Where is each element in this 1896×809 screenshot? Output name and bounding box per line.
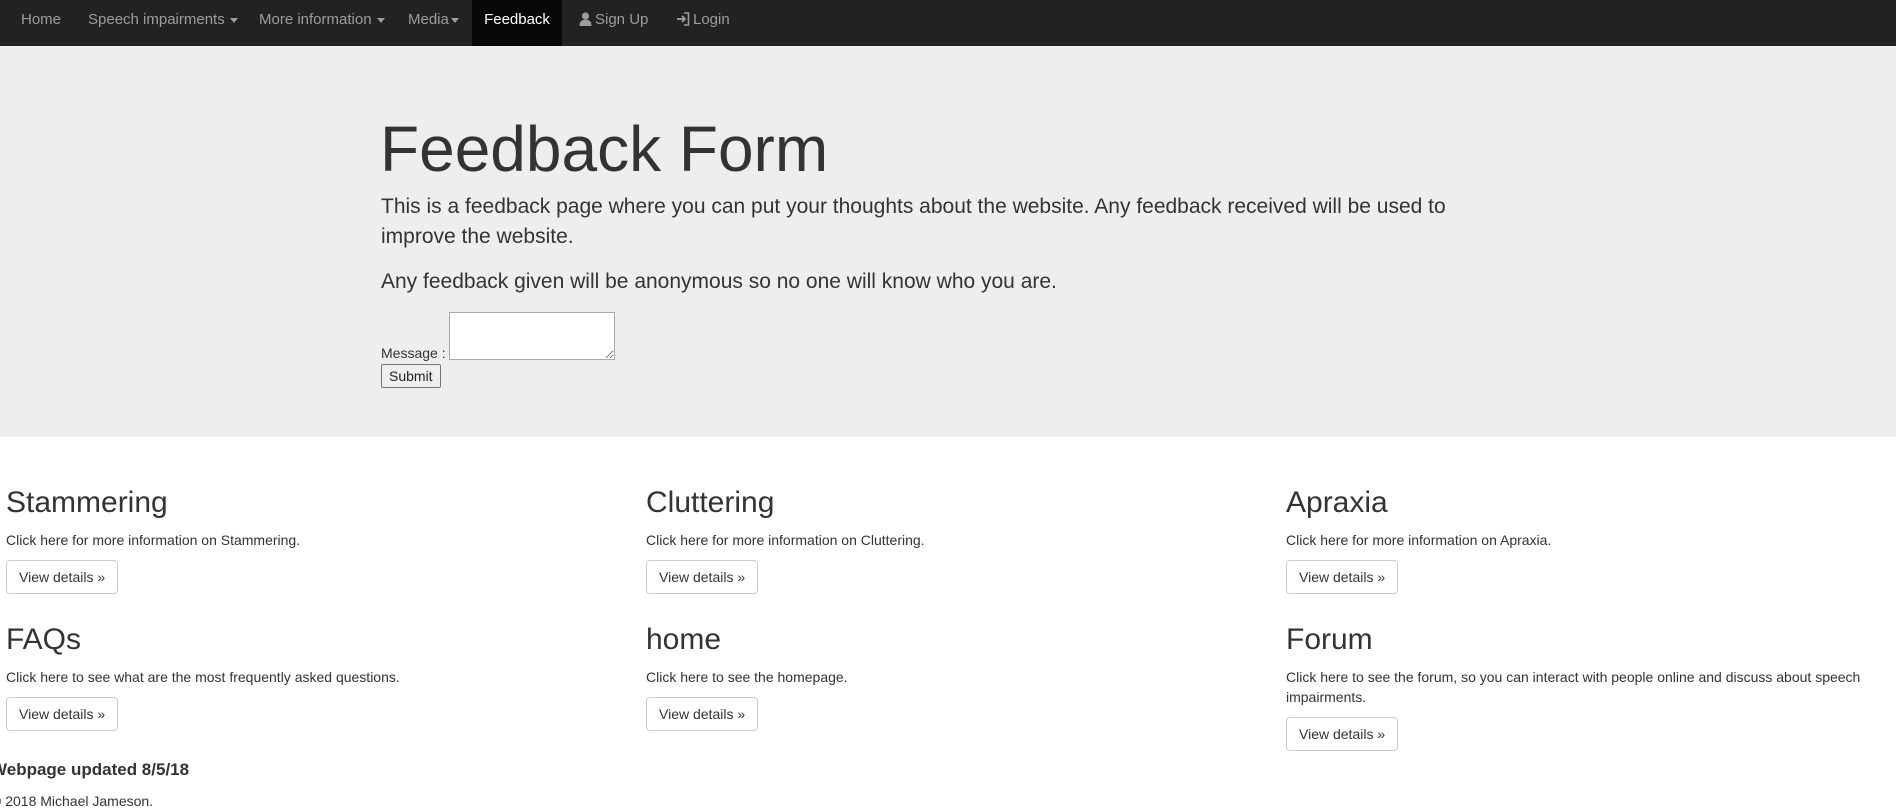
view-details-button[interactable]: View details »	[646, 697, 759, 731]
view-details-button[interactable]: View details »	[6, 697, 119, 731]
nav-login-label: Login	[693, 11, 730, 28]
card-title: Apraxia	[1286, 486, 1388, 519]
footer-updated-heading: Webpage updated 8/5/18	[0, 760, 190, 779]
card-text: Click here to see the homepage.	[646, 669, 848, 685]
anonymity-paragraph: Any feedback given will be anonymous so …	[381, 270, 1057, 293]
card-title: FAQs	[6, 623, 82, 656]
footer-copyright: © 2018 Michael Jameson.	[0, 793, 154, 809]
card-faqs: FAQs Click here to see what are the most…	[6, 623, 626, 731]
message-textarea[interactable]	[449, 312, 615, 360]
message-label: Message :	[381, 345, 446, 361]
page-title: Feedback Form	[380, 113, 829, 185]
nav-feedback[interactable]: Feedback	[472, 0, 562, 46]
view-details-button[interactable]: View details »	[646, 560, 759, 594]
card-stammering: Stammering Click here for more informati…	[6, 486, 626, 594]
user-icon	[579, 12, 592, 26]
card-text: Click here to see what are the most freq…	[6, 669, 400, 685]
card-forum: Forum Click here to see the forum, so yo…	[1286, 623, 1896, 751]
nav-sign-up[interactable]: Sign Up	[579, 0, 648, 46]
top-navbar: Home Speech impairments More information…	[0, 0, 1896, 46]
submit-button[interactable]: Submit	[381, 364, 441, 388]
card-title: Stammering	[6, 486, 168, 519]
nav-login[interactable]: Login	[676, 0, 730, 46]
card-cluttering: Cluttering Click here for more informati…	[646, 486, 1266, 594]
nav-feedback-label: Feedback	[484, 11, 550, 28]
nav-home[interactable]: Home	[21, 0, 61, 46]
caret-down-icon	[376, 17, 385, 23]
nav-speech-impairments-label: Speech impairments	[88, 11, 225, 28]
card-title: Forum	[1286, 623, 1373, 656]
card-home: home Click here to see the homepage. Vie…	[646, 623, 1266, 731]
intro-paragraph: This is a feedback page where you can pu…	[381, 195, 1446, 248]
nav-more-information-label: More information	[259, 11, 372, 28]
nav-speech-impairments-dropdown[interactable]: Speech impairments	[88, 0, 238, 46]
view-details-button[interactable]: View details »	[1286, 717, 1399, 751]
card-text: Click here for more information on Stamm…	[6, 532, 301, 548]
caret-down-icon	[450, 17, 459, 23]
card-title: home	[646, 623, 722, 656]
card-apraxia: Apraxia Click here for more information …	[1286, 486, 1896, 594]
nav-home-label: Home	[21, 11, 62, 28]
view-details-button[interactable]: View details »	[6, 560, 119, 594]
card-text: Click here to see the forum, so you can …	[1286, 669, 1861, 705]
card-title: Cluttering	[646, 486, 775, 519]
card-text: Click here for more information on Aprax…	[1286, 532, 1552, 548]
nav-more-information-dropdown[interactable]: More information	[259, 0, 385, 46]
card-text: Click here for more information on Clutt…	[646, 532, 925, 548]
nav-media-label: Media	[408, 11, 449, 28]
nav-sign-up-label: Sign Up	[595, 11, 649, 28]
feedback-jumbotron: Feedback Form This is a feedback page wh…	[0, 46, 1896, 437]
caret-down-icon	[229, 17, 238, 23]
nav-media-dropdown[interactable]: Media	[408, 0, 459, 46]
login-icon	[677, 12, 690, 26]
view-details-button[interactable]: View details »	[1286, 560, 1399, 594]
